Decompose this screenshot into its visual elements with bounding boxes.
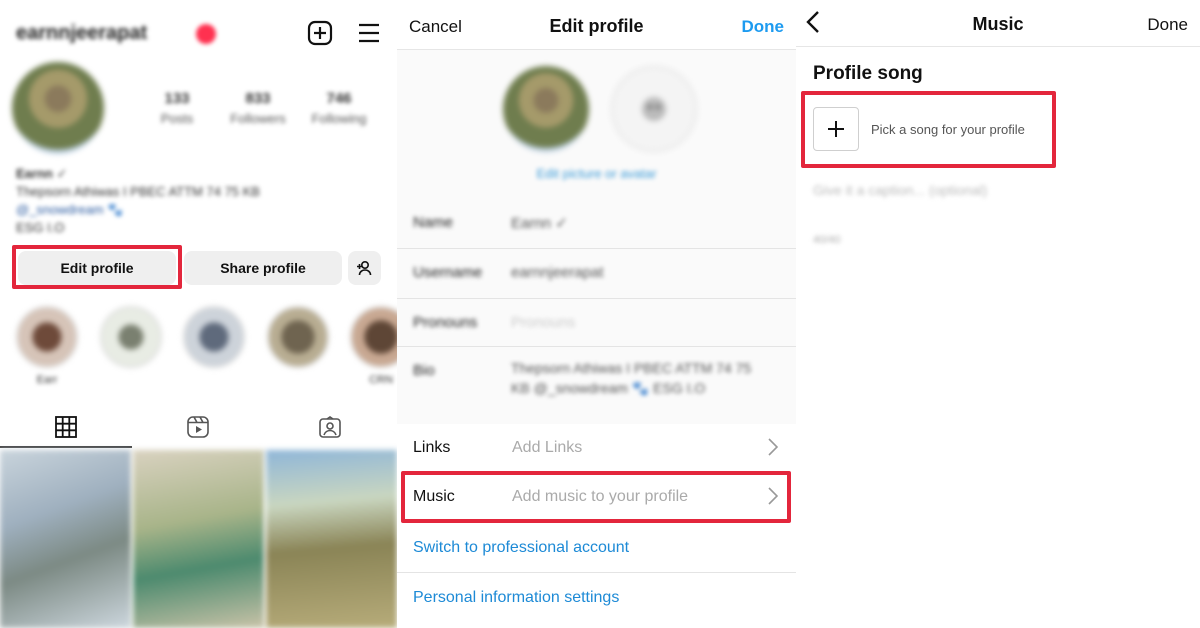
music-header: Music Done	[796, 0, 1200, 47]
stat-followers-label: Followers	[230, 111, 286, 126]
share-profile-button[interactable]: Share profile	[184, 251, 342, 285]
active-tab-indicator	[0, 446, 132, 448]
music-row-highlight-box	[401, 471, 791, 523]
username-field[interactable]: Username earnnjeerapat	[397, 248, 796, 298]
highlight-2[interactable]	[100, 306, 162, 368]
bio-field-value: Thepsorn Athiwas I PBEC ATTM 74 75 KB @_…	[511, 360, 752, 396]
stat-followers-number: 833	[245, 90, 271, 107]
new-post-icon[interactable]	[306, 19, 334, 47]
tab-tagged[interactable]	[264, 405, 396, 449]
name-field-value: Earnn ✓	[511, 215, 568, 232]
profile-header: earnnjeerapat	[0, 0, 397, 64]
stat-following-label: Following	[311, 111, 367, 126]
caption-input[interactable]: Give it a caption... (optional)	[813, 182, 987, 198]
post-thumbnail-1[interactable]	[0, 450, 131, 628]
bio-field[interactable]: Bio Thepsorn Athiwas I PBEC ATTM 74 75 K…	[397, 346, 796, 426]
music-panel: Music Done Profile song Pick a song for …	[796, 0, 1200, 628]
notification-badge	[196, 24, 216, 44]
add-person-button[interactable]	[348, 251, 381, 285]
personal-info-row[interactable]: Personal information settings	[397, 573, 796, 628]
reels-icon	[187, 416, 209, 438]
pronouns-field[interactable]: Pronouns Pronouns	[397, 298, 796, 348]
links-placeholder: Add Links	[512, 439, 583, 456]
stat-posts[interactable]: 133 Posts	[142, 90, 212, 126]
profile-picture[interactable]	[503, 66, 589, 152]
profile-song-heading: Profile song	[813, 63, 923, 84]
profile-panel: earnnjeerapat 133 Posts 833 Followers 74…	[0, 0, 397, 628]
edit-picture-link[interactable]: Edit picture or avatar	[397, 166, 796, 181]
name-field-label: Name	[413, 214, 454, 231]
avatar-picture[interactable]	[611, 66, 697, 152]
profile-username: earnnjeerapat	[16, 22, 148, 44]
stat-followers[interactable]: 833 Followers	[223, 90, 293, 126]
profile-tabs	[0, 405, 397, 449]
stat-following-number: 746	[326, 90, 352, 107]
tab-reels[interactable]	[132, 405, 264, 449]
personal-info-link[interactable]: Personal information settings	[413, 589, 619, 607]
highlight-5[interactable]	[350, 306, 397, 368]
add-person-icon	[356, 260, 371, 276]
bio-name: Earnn ✓	[16, 166, 68, 181]
page-title: Music	[972, 14, 1024, 34]
tagged-icon	[319, 416, 341, 438]
page-title: Edit profile	[549, 16, 644, 36]
pick-song-highlight-box	[801, 91, 1056, 168]
links-label: Links	[413, 439, 451, 456]
post-thumbnail-2[interactable]	[133, 450, 264, 628]
name-field[interactable]: Name Earnn ✓	[397, 198, 796, 248]
caption-character-count: 40/40	[813, 234, 841, 246]
bio-line-2[interactable]: @_snowdream 🐾	[16, 202, 123, 218]
chevron-right-icon	[768, 438, 779, 461]
highlight-1[interactable]	[16, 306, 78, 368]
stat-following[interactable]: 746 Following	[304, 90, 374, 126]
avatar-face-icon	[642, 97, 666, 121]
highlight-3[interactable]	[183, 306, 245, 368]
pronouns-field-label: Pronouns	[413, 314, 478, 331]
bio-field-label: Bio	[413, 362, 435, 379]
highlight-1-label: Earr	[36, 374, 58, 386]
done-button[interactable]: Done	[1147, 15, 1188, 35]
highlight-5-label: CRN	[369, 374, 393, 386]
username-field-value: earnnjeerapat	[511, 264, 604, 281]
edit-profile-header: Cancel Edit profile Done	[397, 0, 796, 50]
switch-professional-row[interactable]: Switch to professional account	[397, 523, 796, 573]
switch-professional-link[interactable]: Switch to professional account	[413, 539, 629, 557]
menu-icon[interactable]	[355, 19, 383, 47]
post-thumbnail-3[interactable]	[266, 450, 397, 628]
pronouns-field-value: Pronouns	[511, 314, 576, 331]
tab-grid[interactable]	[0, 405, 132, 449]
username-field-label: Username	[413, 264, 483, 281]
grid-icon	[55, 416, 77, 438]
edit-profile-highlight-box	[12, 245, 182, 289]
done-button[interactable]: Done	[742, 17, 785, 37]
bio-line-1: Thepsorn Athiwas I PBEC ATTM 74 75 KB	[16, 184, 260, 199]
stat-posts-number: 133	[164, 90, 190, 107]
edit-profile-panel: Cancel Edit profile Done Edit picture or…	[397, 0, 796, 628]
highlight-4[interactable]	[267, 306, 329, 368]
bio-line-3: ESG I.O	[16, 220, 65, 235]
stat-posts-label: Posts	[160, 111, 194, 126]
profile-avatar[interactable]	[12, 62, 104, 154]
links-row[interactable]: Links Add Links	[397, 424, 796, 474]
